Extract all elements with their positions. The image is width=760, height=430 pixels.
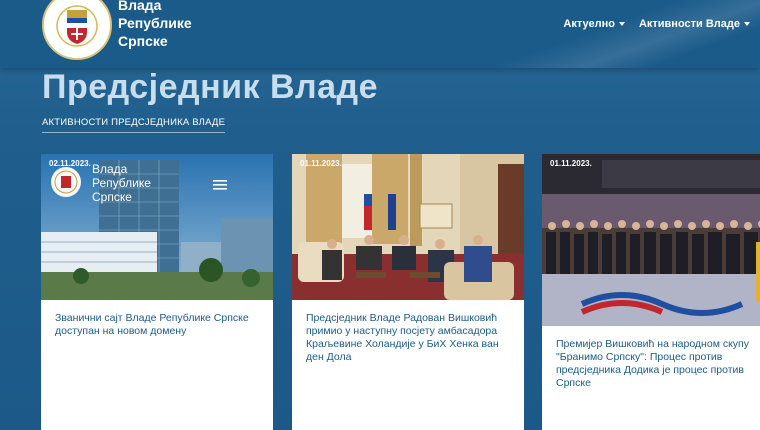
news-date: 02.11.2023. [49,159,91,168]
image-brand-line: Влада [92,162,128,176]
nav-item-aktivnosti-vlade[interactable]: Активности Владе [639,18,750,30]
brand-line: Влада [118,0,162,13]
nav-label: Активности Владе [638,18,740,30]
brand-line: Републике [118,15,192,31]
page-subtitle: АКТИВНОСТИ ПРЕДСЈЕДНИКА ВЛАДЕ [42,117,226,133]
news-image: 01.11.2023. [292,154,524,300]
image-overlay-brand: Влада Републике Српске [92,162,151,204]
news-card[interactable]: 01.11.2023. Премијер Вишковић на народно… [542,154,760,430]
coat-of-arms-logo[interactable] [42,0,112,60]
image-brand-line: Српске [92,190,132,204]
menu-icon [213,180,227,190]
caret-down-icon [618,22,625,26]
news-date: 01.11.2023. [550,159,592,168]
page-title: Предсједник Владе [42,68,379,106]
brand-line: Српске [118,33,168,49]
news-card[interactable]: 01.11.2023. Предсједник Владе Радован Ви… [292,154,524,430]
page: Влада Републике Српске Актуелно Активнос… [0,0,760,430]
news-image: Влада Републике Српске 02.11.2023. [41,154,273,300]
caret-down-icon [744,22,750,26]
nav-label: Актуелно [563,18,615,30]
news-headline[interactable]: Званични сајт Владе Републике Српске дос… [55,312,261,338]
nav-item-aktuelno[interactable]: Актуелно [563,18,625,30]
image-brand-line: Републике [92,176,151,190]
news-headline[interactable]: Премијер Вишковић на народном скупу "Бра… [556,338,760,390]
news-date: 01.11.2023. [300,159,342,168]
news-card[interactable]: Влада Републике Српске 02.11.2023. Звани… [41,154,273,430]
news-headline[interactable]: Предсједник Владе Радован Вишковић прими… [306,312,512,364]
site-header: Влада Републике Српске Актуелно Активнос… [0,0,760,68]
site-brand[interactable]: Влада Републике Српске [118,0,192,50]
main-nav: Актуелно Активности Владе [563,18,750,30]
coat-of-arms-icon [56,5,98,47]
news-image: 01.11.2023. [542,154,760,326]
